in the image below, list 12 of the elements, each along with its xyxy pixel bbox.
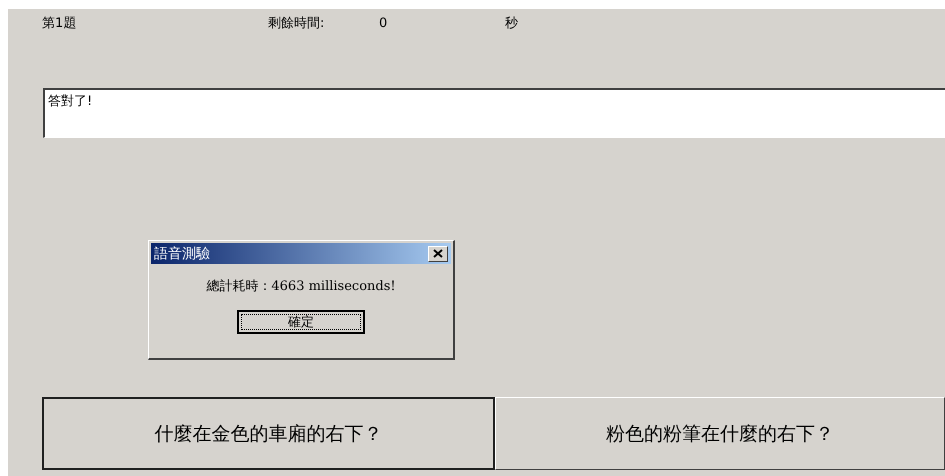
close-button[interactable] <box>428 246 448 262</box>
time-label: 剩餘時間: <box>268 15 326 32</box>
ok-button[interactable]: 確定 <box>237 310 365 334</box>
dialog-message: 總計耗時：4663 milliseconds! <box>205 278 397 295</box>
time-unit: 秒 <box>505 15 518 32</box>
dialog-title: 語音測驗 <box>154 244 210 262</box>
close-icon <box>433 249 443 258</box>
question-number: 第1題 <box>42 15 78 32</box>
answer-choice-button[interactable]: 粉色的粉筆在什麼的右下？ <box>494 397 945 470</box>
answer-field[interactable]: 答對了! <box>43 88 945 138</box>
answer-choice-button[interactable]: 什麼在金色的車廂的右下？ <box>42 397 494 470</box>
time-value: 0 <box>379 16 388 30</box>
